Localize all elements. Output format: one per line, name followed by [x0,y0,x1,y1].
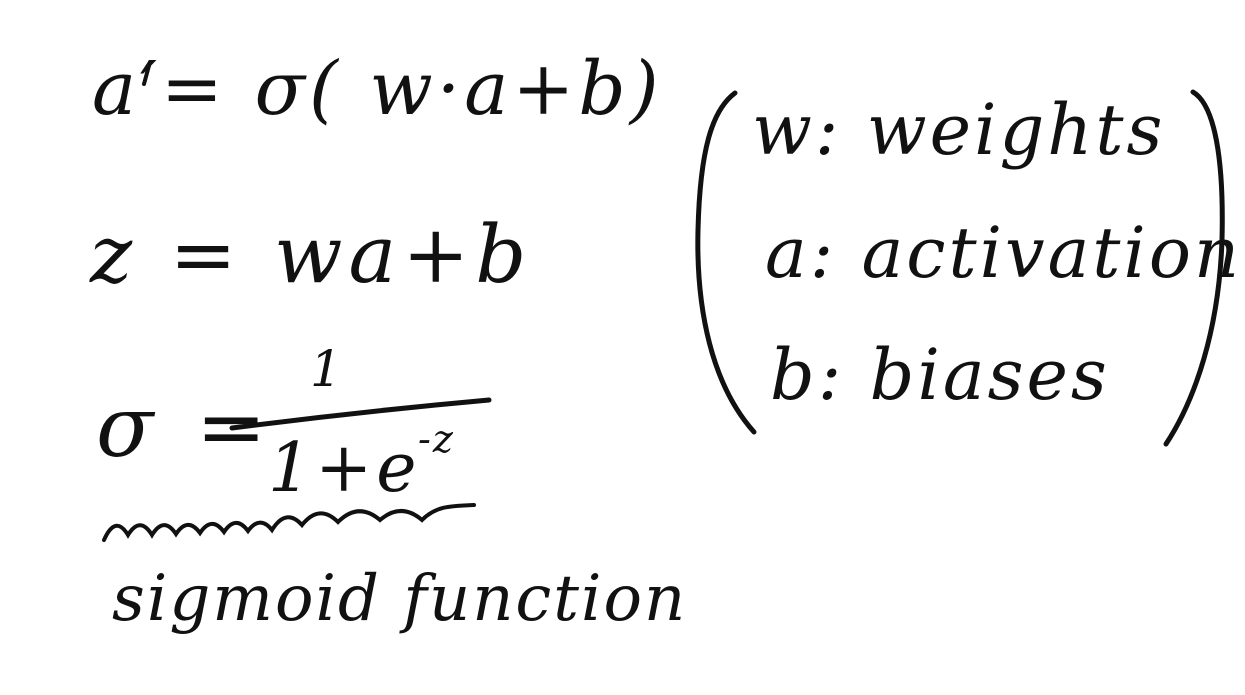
activation-equation: a′= σ( w·a+b) [92,46,663,132]
legend-biases: b: biases [770,334,1110,416]
sigmoid-caption: sigmoid function [112,562,688,636]
fraction-exponent: -z [418,417,455,461]
sigma-lhs: σ = [96,378,275,476]
whiteboard-canvas: a′= σ( w·a+b) z = wa+b σ = 1 1+e -z sigm… [0,0,1245,695]
wavy-underline [102,503,476,542]
left-parenthesis [695,90,757,435]
fraction-denominator: 1+e [268,429,421,508]
fraction-numerator: 1 [310,340,342,398]
legend-activation: a: activation [765,212,1243,294]
z-definition-equation: z = wa+b [90,208,533,301]
legend-weights: w: weights [752,89,1166,171]
